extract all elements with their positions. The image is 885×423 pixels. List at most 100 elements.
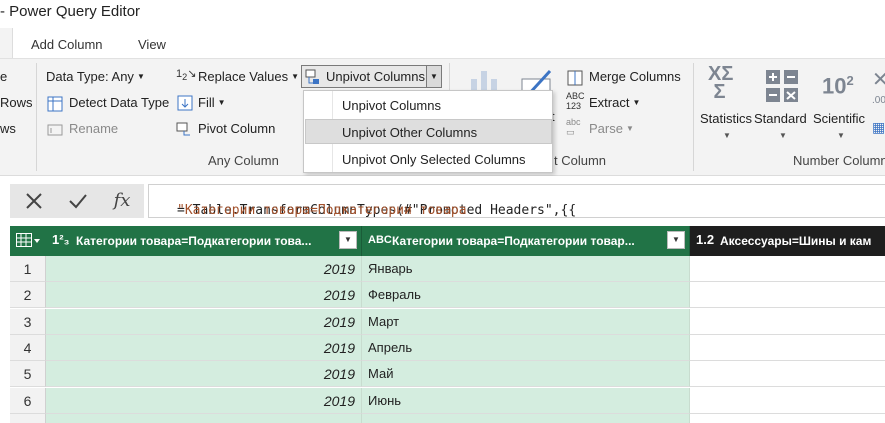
table-cell-month[interactable]: Апрель bbox=[362, 334, 690, 361]
row-number[interactable]: 5 bbox=[10, 361, 46, 388]
trigonometry-icon-partial: ✕ bbox=[872, 69, 885, 91]
fill-icon bbox=[177, 95, 193, 111]
row-number[interactable]: 3 bbox=[10, 308, 46, 335]
table-cell-empty[interactable] bbox=[690, 282, 885, 309]
row-number[interactable]: 6 bbox=[10, 387, 46, 414]
table-cell-partial[interactable] bbox=[362, 413, 690, 423]
filter-dropdown-icon[interactable]: ▼ bbox=[339, 231, 357, 249]
menu-item-unpivot-columns[interactable]: Unpivot Columns bbox=[305, 92, 552, 117]
detect-data-type-button[interactable]: Detect Data Type bbox=[69, 95, 169, 110]
caret-down-icon: ▼ bbox=[632, 98, 641, 107]
table-cell-month[interactable]: Февраль bbox=[362, 282, 690, 309]
confirm-formula-button[interactable] bbox=[56, 184, 100, 218]
caret-down-icon: ▼ bbox=[291, 72, 300, 81]
data-grid: 1²₃ Категории товара=Подкатегории това..… bbox=[10, 226, 885, 423]
formula-input[interactable]: = Table.TransformColumnTypes(#"Promoted … bbox=[148, 184, 885, 218]
text-type-icon[interactable]: ABC bbox=[368, 234, 392, 246]
group-label-number-column: Number Column bbox=[793, 153, 885, 168]
caret-down-icon: ▼ bbox=[779, 131, 787, 140]
row-number[interactable]: 4 bbox=[10, 334, 46, 361]
title-bar: - Power Query Editor bbox=[0, 0, 885, 26]
menu-item-label: Unpivot Other Columns bbox=[342, 125, 478, 140]
ribbon-tabs: Add Column View bbox=[0, 26, 885, 58]
row-number[interactable]: 1 bbox=[10, 256, 46, 282]
row-number[interactable]: 2 bbox=[10, 282, 46, 309]
merge-columns-icon bbox=[567, 70, 583, 86]
unpivot-columns-icon bbox=[305, 69, 319, 84]
row-number-partial[interactable] bbox=[10, 413, 46, 423]
caret-down-icon: ▼ bbox=[723, 131, 731, 140]
unpivot-columns-label: Unpivot Columns bbox=[326, 69, 425, 84]
extract-dropdown[interactable]: Extract ▼ bbox=[589, 95, 640, 110]
grid-header-row: 1²₃ Категории товара=Подкатегории това..… bbox=[10, 226, 885, 256]
ribbon-separator bbox=[36, 63, 37, 171]
table-cell-empty[interactable] bbox=[690, 256, 885, 282]
insert-function-button[interactable]: fx bbox=[100, 184, 144, 218]
rename-button[interactable]: Rename bbox=[69, 121, 118, 136]
information-icon-partial: ▦ bbox=[872, 119, 885, 135]
parse-icon: abc ▭ bbox=[566, 117, 581, 137]
table-cell-partial[interactable] bbox=[46, 413, 362, 423]
menu-item-unpivot-other-columns[interactable]: Unpivot Other Columns bbox=[305, 119, 552, 144]
table-cell-year[interactable]: 2019 bbox=[46, 308, 362, 335]
whole-number-type-icon[interactable]: 1²₃ bbox=[52, 232, 70, 247]
group-label-any-column: Any Column bbox=[208, 153, 279, 168]
statistics-dropdown[interactable]: Statistics bbox=[700, 111, 752, 126]
unpivot-dropdown-arrow[interactable]: ▼ bbox=[426, 66, 441, 87]
unpivot-dropdown-menu: Unpivot Columns Unpivot Other Columns Un… bbox=[303, 90, 553, 173]
table-cell-empty[interactable] bbox=[690, 361, 885, 388]
ribbon-partial-label-2[interactable]: Rows bbox=[0, 95, 33, 110]
menu-item-unpivot-only-selected-columns[interactable]: Unpivot Only Selected Columns bbox=[305, 146, 552, 171]
unpivot-columns-split-button[interactable]: Unpivot Columns ▼ bbox=[301, 65, 442, 88]
table-cell-year[interactable]: 2019 bbox=[46, 256, 362, 282]
rename-icon bbox=[47, 124, 63, 136]
table-cell-year[interactable]: 2019 bbox=[46, 334, 362, 361]
detect-data-type-icon bbox=[47, 96, 63, 112]
table-cell-month[interactable]: Март bbox=[362, 308, 690, 335]
tab-home-partial[interactable] bbox=[0, 28, 13, 58]
ribbon-partial-label-1[interactable]: e bbox=[0, 69, 7, 84]
column-header-label: Категории товара=Подкатегории товар... bbox=[392, 234, 635, 248]
merge-columns-button[interactable]: Merge Columns bbox=[589, 69, 681, 84]
cancel-formula-button[interactable] bbox=[12, 184, 56, 218]
table-cell-year[interactable]: 2019 bbox=[46, 282, 362, 309]
data-type-dropdown[interactable]: Data Type: Any ▼ bbox=[46, 69, 145, 84]
extract-label: Extract bbox=[589, 95, 630, 110]
table-cell-month[interactable]: Май bbox=[362, 361, 690, 388]
table-cell-empty[interactable] bbox=[690, 334, 885, 361]
tab-view[interactable]: View bbox=[138, 37, 166, 52]
replace-values-label: Replace Values bbox=[198, 69, 289, 84]
caret-down-icon: ▼ bbox=[217, 98, 226, 107]
table-cell-month[interactable]: Июнь bbox=[362, 387, 690, 414]
column-header-3[interactable]: 1.2 Аксессуары=Шины и кам bbox=[690, 226, 885, 256]
table-cell-empty[interactable] bbox=[690, 387, 885, 414]
group-label-text-column: t Column bbox=[554, 153, 607, 168]
scientific-icon: 102 bbox=[822, 73, 854, 99]
pivot-column-button[interactable]: Pivot Column bbox=[198, 121, 275, 136]
parse-dropdown[interactable]: Parse ▼ bbox=[589, 121, 634, 136]
table-cell-month[interactable]: Январь bbox=[362, 256, 690, 282]
caret-down-icon: ▼ bbox=[625, 124, 634, 133]
filter-dropdown-icon[interactable]: ▼ bbox=[667, 231, 685, 249]
table-cell-year[interactable]: 2019 bbox=[46, 361, 362, 388]
extract-icon: ABC 123 bbox=[566, 91, 585, 111]
fx-icon: fx bbox=[113, 190, 131, 211]
ribbon-partial-label-3[interactable]: ws bbox=[0, 121, 16, 136]
formula-buttons: fx bbox=[10, 184, 144, 218]
column-header-1[interactable]: 1²₃ Категории товара=Подкатегории това..… bbox=[46, 226, 362, 256]
table-cell-partial[interactable] bbox=[690, 413, 885, 423]
close-icon bbox=[26, 193, 42, 209]
standard-dropdown[interactable]: Standard bbox=[754, 111, 807, 126]
scientific-dropdown[interactable]: Scientific bbox=[813, 111, 865, 126]
decimal-type-icon[interactable]: 1.2 bbox=[696, 232, 714, 247]
column-header-2[interactable]: ABC Категории товара=Подкатегории товар.… bbox=[362, 226, 690, 256]
formula-bar: fx = Table.TransformColumnTypes(#"Promot… bbox=[0, 176, 885, 226]
table-cell-empty[interactable] bbox=[690, 308, 885, 335]
table-icon bbox=[16, 233, 40, 247]
tab-add-column[interactable]: Add Column bbox=[31, 37, 103, 52]
replace-values-dropdown[interactable]: Replace Values ▼ bbox=[198, 69, 299, 84]
menu-item-label: Unpivot Columns bbox=[342, 98, 441, 113]
table-cell-year[interactable]: 2019 bbox=[46, 387, 362, 414]
fill-dropdown[interactable]: Fill ▼ bbox=[198, 95, 226, 110]
table-menu-button[interactable] bbox=[10, 226, 46, 256]
